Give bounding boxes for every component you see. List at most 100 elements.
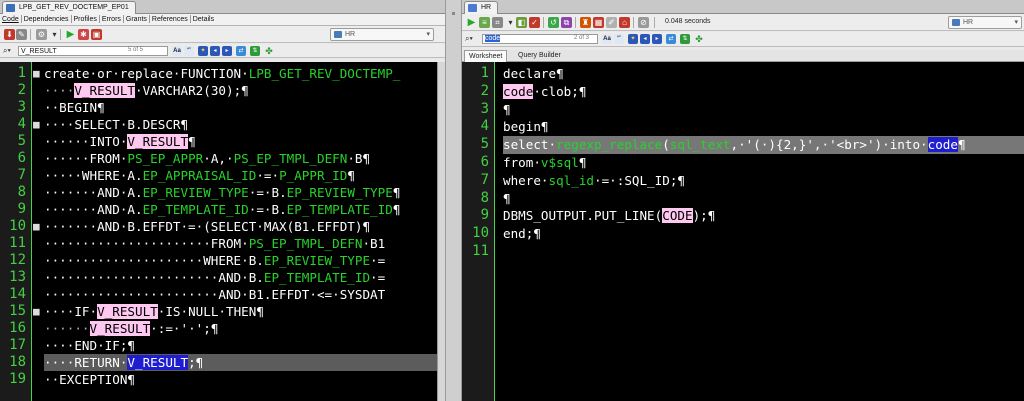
subtab-details[interactable]: Details — [191, 14, 216, 25]
code-line[interactable]: ····SELECT·B.DESCR¶ — [44, 116, 437, 133]
autotrace-icon[interactable]: ◧ — [516, 17, 527, 28]
edit-icon[interactable]: ✎ — [16, 29, 27, 40]
unshared-icon[interactable]: ⧉ — [561, 17, 572, 28]
subtab-code[interactable]: Code — [0, 14, 21, 25]
tab-worksheet-hr[interactable]: HR — [464, 1, 499, 14]
sql-editor[interactable]: 1 2 3 4 5 6 7 8 9 10 11 declare¶ code·clob;¶ ¶ begin¶… — [462, 62, 1024, 401]
code-line[interactable]: ·······AND·B.EFFDT·=·(SELECT·MAX(B1.EFFD… — [44, 218, 437, 235]
commit-icon[interactable]: ✓ — [529, 17, 540, 28]
rollback-icon[interactable]: ↺ — [548, 17, 559, 28]
code-token: ··EXCEPTION¶ — [44, 372, 135, 387]
replace-all-icon[interactable]: ⇅ — [250, 46, 260, 56]
code-line[interactable]: end;¶ — [503, 225, 1024, 243]
explain-plan-icon[interactable]: ⌗ — [492, 17, 503, 28]
code-line[interactable]: ····V_RESULT·VARCHAR2(30);¶ — [44, 82, 437, 99]
code-line[interactable]: ·······AND·A.EP_REVIEW_TYPE·=·B.EP_REVIE… — [44, 184, 437, 201]
pin-icon[interactable]: ⬇ — [4, 29, 15, 40]
code-line[interactable]: code·clob;¶ — [503, 83, 1024, 101]
code-line[interactable]: from·v$sql¶ — [503, 154, 1024, 172]
code-line[interactable]: select·regexp_replace(sql_text,·'(·){2,}… — [503, 136, 1024, 154]
code-editor[interactable]: 1 2 3 4 5 6 7 8 9 10 11 12 13 14 15 16 17 18 19 ■ ■ ■ ■ create… — [0, 62, 437, 401]
subtab-profiles[interactable]: Profiles — [72, 14, 99, 25]
options-icon[interactable]: ✤ — [694, 34, 704, 44]
connection-select[interactable]: HR ▾ — [330, 28, 434, 41]
run-statement-icon[interactable]: ▶ — [466, 17, 477, 28]
run-script-icon[interactable]: ≡ — [479, 17, 490, 28]
line-number: 8 — [17, 184, 26, 200]
fold-icon[interactable]: ■ — [33, 218, 40, 235]
match-case-icon[interactable]: Aa — [172, 46, 182, 56]
debug-icon[interactable]: ✱ — [78, 29, 89, 40]
match-case-icon[interactable]: Aa — [602, 34, 612, 44]
subtab-errors[interactable]: Errors — [100, 14, 123, 25]
code-line[interactable]: DBMS_OUTPUT.PUT_LINE(CODE);¶ — [503, 207, 1024, 225]
prev-match-icon[interactable]: ◂ — [640, 34, 650, 44]
code-line[interactable]: ····IF·V_RESULT·IS·NULL·THEN¶ — [44, 303, 437, 320]
code-line[interactable]: ·······AND·A.EP_TEMPLATE_ID·=·B.EP_TEMPL… — [44, 201, 437, 218]
whole-word-icon[interactable]: “” — [184, 46, 194, 56]
compile-icon[interactable]: ▣ — [91, 29, 102, 40]
code-line[interactable]: ······V_RESULT·:=·'·';¶ — [44, 320, 437, 337]
code-line[interactable]: ·····················WHERE·B.EP_REVIEW_T… — [44, 252, 437, 269]
next-match-icon[interactable]: ▸ — [652, 34, 662, 44]
whole-word-icon[interactable]: “” — [614, 34, 624, 44]
fold-icon[interactable]: ■ — [33, 116, 40, 133]
code-line[interactable]: ¶ — [503, 101, 1024, 119]
find-count: 5 of 5 — [128, 47, 144, 53]
fold-icon[interactable]: ■ — [33, 65, 40, 82]
history-icon[interactable]: ⌂ — [619, 17, 630, 28]
chevron-down-icon: ▾ — [426, 31, 430, 38]
subtab-references[interactable]: References — [150, 14, 190, 25]
tab-function-doc[interactable]: LPB_GET_REV_DOCTEMP_EP01 — [2, 1, 136, 14]
connection-select[interactable]: HR ▾ — [948, 16, 1022, 29]
code-line[interactable]: ·······················AND·B1.EFFDT·<=·S… — [44, 286, 437, 303]
split-divider[interactable] — [445, 0, 462, 401]
code-line[interactable] — [503, 243, 1024, 261]
dropdown-icon[interactable]: ▾ — [49, 29, 60, 40]
subtab-grants[interactable]: Grants — [124, 14, 149, 25]
cancel-icon[interactable]: ⊘ — [638, 17, 649, 28]
search-match: V_RESULT — [74, 83, 136, 98]
subtab-dependencies[interactable]: Dependencies — [22, 14, 71, 25]
code-line[interactable]: ·······················AND·B.EP_TEMPLATE… — [44, 269, 437, 286]
code-line[interactable]: ····END·IF;¶ — [44, 337, 437, 354]
code-token: ¶ — [347, 168, 355, 183]
code-line[interactable]: ······················FROM·PS_EP_TMPL_DE… — [44, 235, 437, 252]
code-line[interactable]: ·····WHERE·A.EP_APPRAISAL_ID·=·P_APPR_ID… — [44, 167, 437, 184]
replace-all-icon[interactable]: ⇅ — [680, 34, 690, 44]
code-line[interactable]: ····RETURN·V_RESULT;¶ — [44, 354, 437, 371]
replace-icon[interactable]: ⇄ — [666, 34, 676, 44]
code-line[interactable]: ······FROM·PS_EP_APPR·A,·PS_EP_TMPL_DEFN… — [44, 150, 437, 167]
run-icon[interactable]: ▶ — [65, 29, 76, 40]
tab-query-builder[interactable]: Query Builder — [514, 50, 565, 62]
clear-icon[interactable]: ✐ — [606, 17, 617, 28]
code-line[interactable]: ······INTO·V_RESULT¶ — [44, 133, 437, 150]
code-line[interactable]: begin¶ — [503, 118, 1024, 136]
options-icon[interactable]: ✤ — [264, 46, 274, 56]
find-input[interactable] — [18, 46, 168, 56]
replace-icon[interactable]: ⇄ — [236, 46, 246, 56]
monitor-icon[interactable]: ▦ — [593, 17, 604, 28]
code-line[interactable]: create·or·replace·FUNCTION·LPB_GET_REV_D… — [44, 65, 437, 82]
code-line[interactable]: declare¶ — [503, 65, 1024, 83]
tab-worksheet[interactable]: Worksheet — [464, 50, 508, 62]
code-token: ·clob;¶ — [533, 83, 587, 99]
line-number: 1 — [17, 65, 26, 81]
code-line[interactable]: ··BEGIN¶ — [44, 99, 437, 116]
fold-icon[interactable]: ■ — [33, 303, 40, 320]
code-token: declare¶ — [503, 66, 564, 81]
prev-match-icon[interactable]: ◂ — [210, 46, 220, 56]
code-token: ····END·IF;¶ — [44, 338, 135, 353]
code-line[interactable]: ¶ — [503, 190, 1024, 208]
sql-tuning-icon[interactable]: ♜ — [580, 17, 591, 28]
vertical-scrollbar[interactable] — [437, 62, 445, 401]
find-value: code — [485, 35, 501, 42]
next-match-icon[interactable]: ▸ — [222, 46, 232, 56]
highlight-icon[interactable]: ✦ — [198, 46, 208, 56]
highlight-icon[interactable]: ✦ — [628, 34, 638, 44]
code-line[interactable]: where·sql_id·=·:SQL_ID;¶ — [503, 172, 1024, 190]
code-token: EP_APPRAISAL_ID — [142, 168, 257, 183]
code-line[interactable]: ··EXCEPTION¶ — [44, 371, 437, 388]
dropdown-icon[interactable]: ▾ — [505, 17, 516, 28]
settings-icon[interactable]: ⚙ — [36, 29, 47, 40]
